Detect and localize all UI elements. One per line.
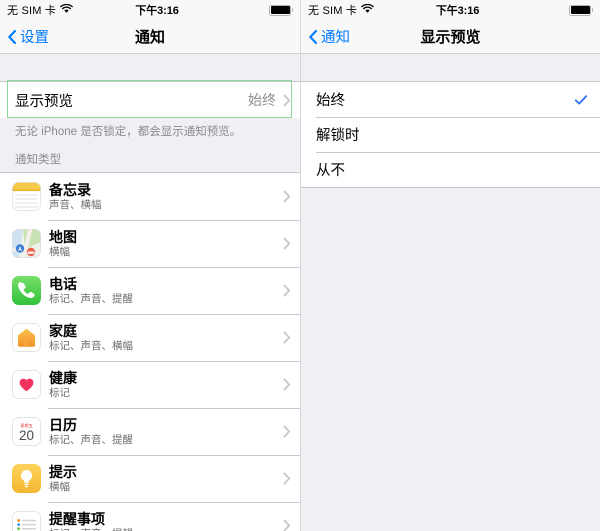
row-texts: 提示 横幅 bbox=[49, 464, 283, 493]
status-bar: 无 SIM 卡 下午3:16 bbox=[301, 0, 600, 20]
chevron-right-icon bbox=[283, 331, 291, 344]
table-row[interactable]: 提示 横幅 bbox=[0, 455, 300, 502]
svg-text:20: 20 bbox=[19, 428, 34, 443]
option-when-unlocked[interactable]: 解锁时 bbox=[301, 117, 600, 152]
row-texts: 地图 横幅 bbox=[49, 229, 283, 258]
row-texts: 日历 标记、声音、提醒 bbox=[49, 417, 283, 446]
notification-types-header: 通知类型 bbox=[15, 154, 61, 166]
dual-screenshot-container: 无 SIM 卡 下午3:16 设置 通知 显示预览 始终 无论 iPhone 是… bbox=[0, 0, 600, 531]
home-app-icon bbox=[12, 323, 41, 352]
app-name: 地图 bbox=[49, 229, 77, 245]
option-label: 从不 bbox=[316, 163, 345, 179]
chevron-right-icon bbox=[283, 190, 291, 203]
chevron-left-icon bbox=[7, 29, 17, 45]
checkmark-icon bbox=[574, 128, 588, 142]
chevron-right-icon bbox=[283, 519, 291, 531]
battery-full-icon bbox=[569, 4, 593, 16]
chevron-right-icon bbox=[283, 378, 291, 391]
app-name: 提示 bbox=[49, 464, 77, 480]
carrier-label: 无 SIM 卡 bbox=[308, 5, 358, 17]
table-row[interactable]: 星期五 20 日历 标记、声音、提醒 bbox=[0, 408, 300, 455]
status-bar-time: 下午3:16 bbox=[435, 5, 480, 17]
app-name: 电话 bbox=[49, 276, 77, 292]
chevron-right-icon bbox=[283, 284, 291, 297]
maps-app-icon: A bbox=[12, 229, 41, 258]
svg-text:A: A bbox=[18, 247, 22, 253]
right-content: 始终 解锁时 从不 bbox=[301, 55, 600, 531]
show-previews-label: 显示预览 bbox=[15, 93, 73, 110]
back-button-settings[interactable]: 设置 bbox=[0, 26, 49, 47]
app-detail: 标记 bbox=[49, 387, 70, 399]
table-row[interactable]: 健康 标记 bbox=[0, 361, 300, 408]
left-content: 显示预览 始终 无论 iPhone 是否锁定，都会显示通知预览。 通知类型 备忘… bbox=[0, 55, 300, 531]
chevron-right-icon bbox=[283, 94, 291, 107]
battery-full-icon bbox=[269, 4, 293, 16]
app-name: 家庭 bbox=[49, 323, 77, 339]
wifi-icon bbox=[361, 3, 374, 17]
chevron-left-icon bbox=[308, 29, 318, 45]
option-never[interactable]: 从不 bbox=[301, 152, 600, 187]
wifi-icon bbox=[60, 3, 73, 17]
back-button-notifications[interactable]: 通知 bbox=[301, 26, 350, 47]
back-button-label: 设置 bbox=[20, 30, 49, 46]
app-name: 备忘录 bbox=[49, 182, 91, 198]
left-nav-bar: 设置 通知 bbox=[0, 20, 300, 54]
row-texts: 提醒事项 标记、声音、提醒 bbox=[49, 511, 283, 531]
row-texts: 健康 标记 bbox=[49, 370, 283, 399]
row-texts: 家庭 标记、声音、横幅 bbox=[49, 323, 283, 352]
table-row[interactable]: 电话 标记、声音、提醒 bbox=[0, 267, 300, 314]
table-row[interactable]: 备忘录 声音、横幅 bbox=[0, 173, 300, 220]
app-name: 健康 bbox=[49, 370, 77, 386]
table-row[interactable]: A 地图 横幅 bbox=[0, 220, 300, 267]
app-detail: 横幅 bbox=[49, 481, 70, 493]
show-previews-footnote: 无论 iPhone 是否锁定，都会显示通知预览。 bbox=[15, 126, 242, 138]
right-nav-bar: 通知 显示预览 bbox=[301, 20, 600, 54]
status-bar-right bbox=[541, 4, 593, 16]
option-label: 始终 bbox=[316, 93, 345, 109]
app-detail: 横幅 bbox=[49, 246, 70, 258]
checkmark-icon bbox=[574, 93, 588, 107]
app-notification-list: 备忘录 声音、横幅 A 地图 横幅 电话 标记、声音、提醒 家庭 标记、声音、横… bbox=[0, 172, 300, 531]
status-bar: 无 SIM 卡 下午3:16 bbox=[0, 0, 300, 20]
show-previews-group: 显示预览 始终 bbox=[0, 81, 300, 118]
calendar-app-icon: 星期五 20 bbox=[12, 417, 41, 446]
phone-app-icon bbox=[12, 276, 41, 305]
notes-app-icon bbox=[12, 182, 41, 211]
show-previews-options-list: 始终 解锁时 从不 bbox=[301, 81, 600, 188]
chevron-right-icon bbox=[283, 472, 291, 485]
app-detail: 标记、声音、横幅 bbox=[49, 340, 133, 352]
row-texts: 备忘录 声音、横幅 bbox=[49, 182, 283, 211]
tips-app-icon bbox=[12, 464, 41, 493]
option-label: 解锁时 bbox=[316, 128, 360, 144]
chevron-right-icon bbox=[283, 425, 291, 438]
app-detail: 标记、声音、提醒 bbox=[49, 434, 133, 446]
row-texts: 电话 标记、声音、提醒 bbox=[49, 276, 283, 305]
reminders-app-icon bbox=[12, 511, 41, 531]
app-name: 提醒事项 bbox=[49, 511, 105, 527]
app-detail: 标记、声音、提醒 bbox=[49, 293, 133, 305]
carrier-label: 无 SIM 卡 bbox=[7, 5, 57, 17]
app-detail: 声音、横幅 bbox=[49, 199, 102, 211]
back-button-label: 通知 bbox=[321, 30, 350, 46]
table-row[interactable]: 家庭 标记、声音、横幅 bbox=[0, 314, 300, 361]
status-bar-right bbox=[241, 4, 293, 16]
left-screen-notifications: 无 SIM 卡 下午3:16 设置 通知 显示预览 始终 无论 iPhone 是… bbox=[0, 0, 300, 531]
option-always[interactable]: 始终 bbox=[301, 82, 600, 117]
table-row[interactable]: 提醒事项 标记、声音、提醒 bbox=[0, 502, 300, 531]
app-name: 日历 bbox=[49, 417, 77, 433]
show-previews-row[interactable]: 显示预览 始终 bbox=[0, 82, 300, 118]
right-screen-show-previews: 无 SIM 卡 下午3:16 通知 显示预览 始终 解锁时 从不 bbox=[300, 0, 600, 531]
chevron-right-icon bbox=[283, 237, 291, 250]
health-app-icon bbox=[12, 370, 41, 399]
checkmark-icon bbox=[574, 163, 588, 177]
status-bar-time: 下午3:16 bbox=[135, 5, 179, 17]
show-previews-value: 始终 bbox=[248, 92, 276, 108]
status-bar-left: 无 SIM 卡 bbox=[308, 2, 374, 18]
status-bar-left: 无 SIM 卡 bbox=[7, 2, 73, 18]
